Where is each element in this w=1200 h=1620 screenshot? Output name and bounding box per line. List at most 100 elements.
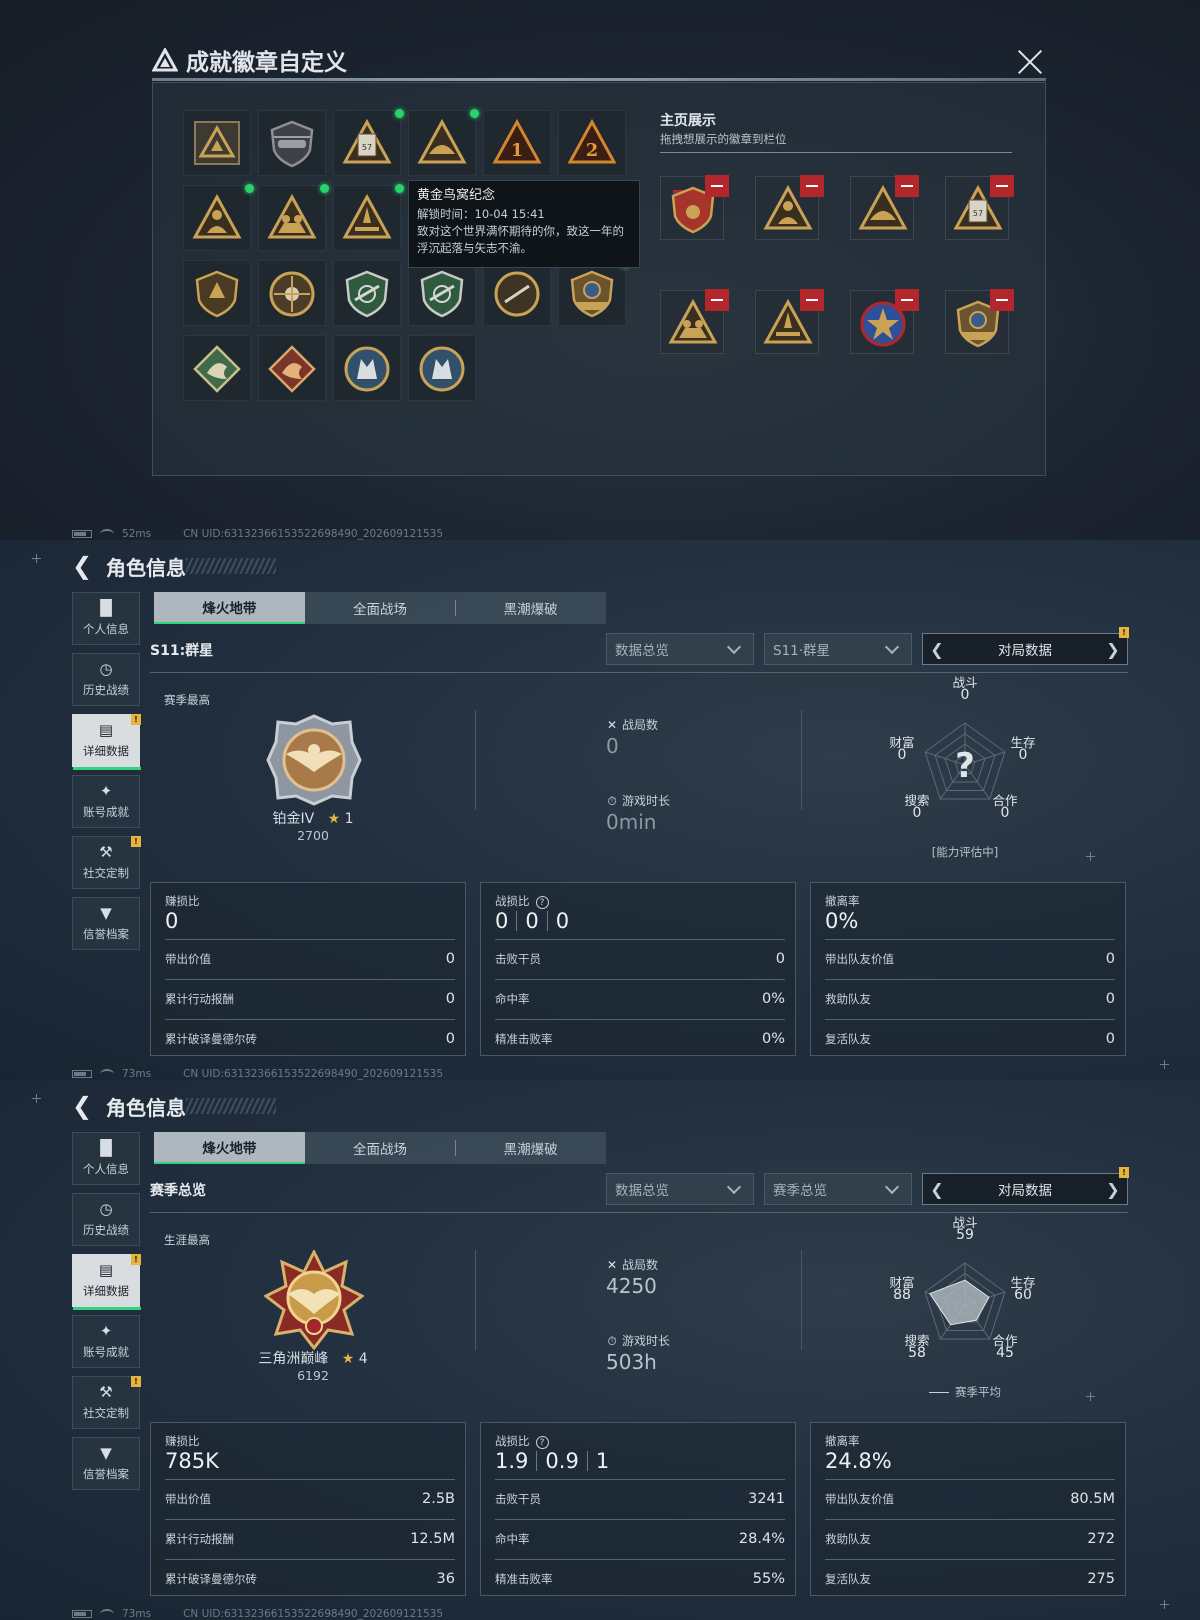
close-icon[interactable] — [1016, 48, 1044, 76]
sidebar-item[interactable]: ⚒ 社交定制! — [72, 1376, 141, 1429]
badge-slot[interactable] — [258, 335, 326, 401]
showcase-slot[interactable]: 57 — [945, 175, 1014, 240]
sidebar-item[interactable]: ▤ 详细数据! — [72, 1254, 141, 1310]
badge-slot[interactable]: 2 — [558, 110, 626, 176]
help-icon[interactable]: ? — [535, 1436, 549, 1449]
badge-slot[interactable] — [408, 335, 476, 401]
badge-slot[interactable] — [258, 260, 326, 326]
mode-tab[interactable]: 黑潮爆破 — [455, 592, 606, 624]
help-icon[interactable]: ? — [535, 896, 549, 909]
sidebar-item[interactable]: ▤ 详细数据! — [72, 714, 141, 770]
showcase-slot[interactable] — [755, 175, 824, 240]
stat-row-label: 带出队友价值 — [825, 951, 894, 966]
remove-badge-button[interactable] — [895, 175, 919, 197]
crosshair-decoration — [1086, 1392, 1095, 1401]
remove-badge-button[interactable] — [895, 289, 919, 311]
stat-row-label: 命中率 — [495, 991, 530, 1006]
stat-box-value: 785K — [165, 1449, 219, 1473]
sidebar-item[interactable]: ⚒ 社交定制! — [72, 836, 141, 889]
showcase-title: 主页展示 — [660, 113, 716, 129]
stat-row-value: 0 — [445, 950, 455, 967]
badge-slot[interactable] — [258, 184, 329, 251]
badge-slot[interactable] — [408, 109, 479, 176]
chevron-right-icon[interactable]: ❯ — [1105, 640, 1121, 659]
badge-slot[interactable]: 57 — [333, 109, 404, 176]
chevron-left-icon[interactable]: ❮ — [929, 640, 945, 659]
badge-slot[interactable] — [183, 184, 254, 251]
back-arrow-icon[interactable]: ❮ — [72, 1092, 92, 1120]
showcase-slot[interactable] — [945, 289, 1014, 354]
match-data-pager: ❮ 对局数据 ❯ ! — [922, 1167, 1129, 1205]
matches-label-text: 战局数 — [622, 718, 659, 732]
badge-slot[interactable] — [558, 259, 629, 326]
data-scope-dropdown[interactable]: 数据总览 — [606, 1173, 754, 1205]
badge-slot[interactable] — [333, 335, 401, 401]
showcase-slot[interactable] — [850, 175, 919, 240]
number-one-badge-icon: 1 — [492, 118, 542, 164]
crosshair-decoration — [32, 1094, 41, 1103]
showcase-slot[interactable] — [755, 289, 824, 354]
sidebar-item[interactable]: ▐▌ 个人信息 — [72, 592, 140, 645]
helmet-badge-icon — [417, 118, 467, 164]
mode-tab[interactable]: 全面战场 — [305, 1132, 456, 1164]
showcase-slot[interactable] — [660, 289, 729, 354]
showcase-slot[interactable] — [850, 289, 919, 354]
sidebar-item[interactable]: ✦ 账号成就 — [72, 775, 140, 828]
badge-slot[interactable] — [483, 260, 551, 326]
stat-row-label: 累计破译曼德尔砖 — [165, 1571, 257, 1586]
badge-slot[interactable] — [408, 260, 476, 326]
season-dropdown[interactable]: 赛季总览 — [764, 1173, 912, 1205]
sidebar-item[interactable]: ▼ 信誉档案 — [72, 897, 140, 950]
stat-row: 精准击败率 55% — [495, 1559, 785, 1597]
best-rank-label: 生涯最高 — [164, 1233, 210, 1247]
skull-crosshair-badge-icon — [269, 271, 315, 317]
alert-icon: ! — [131, 1254, 141, 1265]
mode-tab[interactable]: 烽火地带 — [154, 592, 305, 624]
green-rifle-shield-icon — [420, 270, 464, 318]
radar-caption: 赛季平均 — [905, 1384, 1025, 1400]
golden-nest-badge-icon — [570, 270, 614, 318]
radar-axis-label: 合作 45 — [985, 1334, 1025, 1360]
badge-slot[interactable] — [183, 110, 251, 176]
header-divider — [150, 1212, 1128, 1213]
title-hatch-decoration — [186, 558, 276, 574]
data-scope-dropdown[interactable]: 数据总览 — [606, 633, 754, 665]
remove-badge-button[interactable] — [990, 289, 1014, 311]
mode-tab[interactable]: 全面战场 — [305, 592, 456, 624]
sidebar-item[interactable]: ▼ 信誉档案 — [72, 1437, 140, 1490]
sidebar-item[interactable]: ✦ 账号成就 — [72, 1315, 140, 1368]
season-label: 赛季总览 — [150, 1183, 206, 1199]
badge-slot[interactable] — [258, 110, 326, 176]
badge-slot[interactable] — [183, 260, 251, 326]
radar-axis-value: 0 — [960, 687, 970, 703]
chevron-left-icon[interactable]: ❮ — [929, 1180, 945, 1199]
season-dropdown[interactable]: S11·群星 — [764, 633, 912, 665]
badge-slot[interactable] — [333, 184, 404, 251]
sidebar-item-label: 历史战绩 — [83, 1223, 129, 1237]
badge-slot[interactable] — [183, 335, 251, 401]
badge-slot[interactable] — [333, 260, 401, 326]
stat-box: 战损比? 0 0 0 击败干员 0 命中率 0% 精准击败率 0% — [480, 882, 796, 1056]
remove-badge-button[interactable] — [705, 289, 729, 311]
sidebar-item[interactable]: ◷ 历史战绩 — [72, 1193, 140, 1246]
mode-tab[interactable]: 烽火地带 — [154, 1132, 305, 1164]
sidebar-item[interactable]: ▐▌ 个人信息 — [72, 1132, 140, 1185]
value-separator — [546, 911, 548, 931]
remove-badge-button[interactable] — [800, 175, 824, 197]
chevron-right-icon[interactable]: ❯ — [1105, 1180, 1121, 1199]
badge-slot[interactable]: 1 — [483, 110, 551, 176]
remove-badge-button[interactable] — [800, 289, 824, 311]
back-arrow-icon[interactable]: ❮ — [72, 552, 92, 580]
showcase-slot[interactable] — [660, 175, 729, 240]
mode-tab[interactable]: 黑潮爆破 — [455, 1132, 606, 1164]
sidebar-item[interactable]: ◷ 历史战绩 — [72, 653, 140, 706]
pager-label: 对局数据 — [998, 643, 1052, 659]
battery-icon — [72, 1610, 92, 1618]
alert-icon: ! — [131, 714, 141, 725]
remove-badge-button[interactable] — [990, 175, 1014, 197]
number-two-badge-icon: 2 — [567, 118, 617, 164]
badge-customize-screen: 成就徽章自定义 57 1 2 黄金鸟窝纪念 解锁时间：10-04 15:41 致对这… — [0, 0, 1200, 540]
crossed-swords-icon: ✕ — [606, 1258, 618, 1272]
playtime-label-text: 游戏时长 — [622, 1334, 671, 1348]
remove-badge-button[interactable] — [705, 175, 729, 197]
